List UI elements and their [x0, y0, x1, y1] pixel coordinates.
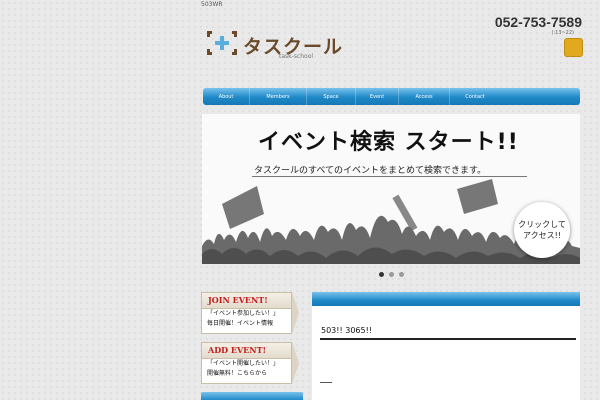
- nav-item-event[interactable]: Event: [356, 88, 399, 105]
- slider-dot-1[interactable]: [379, 272, 384, 277]
- add-event-banner[interactable]: ADD EVENT! 「イベント開催したい！」 開催無料！こちらから: [201, 342, 299, 384]
- side-nav-bar: [201, 392, 303, 400]
- content-small-divider: [320, 382, 332, 383]
- join-event-line2: 毎日開催！イベント情報: [207, 320, 274, 327]
- content-panel: 503!! 3065!!: [312, 306, 580, 400]
- nav-item-members[interactable]: Members: [250, 88, 307, 105]
- join-event-title: JOIN EVENT!: [208, 295, 268, 305]
- site-logo[interactable]: タスクール task-school: [205, 28, 342, 62]
- add-event-line1: 「イベント開催したい！」: [207, 360, 280, 367]
- access-button[interactable]: クリックして アクセス!!: [514, 202, 570, 258]
- arrow-right-icon: [292, 342, 299, 384]
- banner-title: イベント検索 スタート!!: [258, 130, 519, 155]
- access-button-line1: クリックして: [518, 220, 566, 229]
- access-button-line2: アクセス!!: [522, 231, 561, 240]
- arrow-right-icon: [292, 292, 299, 334]
- slider-dot-2[interactable]: [389, 272, 394, 277]
- phone-number: 052-753-7589: [494, 14, 582, 30]
- nav-item-contact[interactable]: Contact: [450, 88, 500, 105]
- business-hours: (:13~22): [551, 30, 575, 36]
- slider-dots: [379, 272, 404, 277]
- nav-item-about[interactable]: About: [203, 88, 250, 105]
- event-search-banner[interactable]: イベント検索 スタート!! タスクールのすべてのイベントをまとめて検索できます。…: [202, 114, 580, 264]
- content-text: 503!! 3065!!: [321, 326, 372, 335]
- content-header-bar: [312, 292, 580, 306]
- join-event-banner[interactable]: JOIN EVENT! 「イベント参加したい！」 毎日開催！イベント情報: [201, 292, 299, 334]
- logo-subtext: task-school: [279, 53, 314, 60]
- main-nav: About Members Space Event Access Contact: [203, 88, 580, 105]
- add-event-title: ADD EVENT!: [208, 345, 267, 355]
- content-divider: [320, 338, 576, 340]
- logo-plus-icon: [207, 31, 237, 55]
- badge-icon[interactable]: [564, 38, 583, 57]
- top-note: 503WR: [201, 1, 223, 8]
- join-event-line1: 「イベント参加したい！」: [207, 310, 280, 317]
- nav-item-access[interactable]: Access: [399, 88, 450, 105]
- nav-item-space[interactable]: Space: [307, 88, 356, 105]
- slider-dot-3[interactable]: [399, 272, 404, 277]
- add-event-line2: 開催無料！こちらから: [207, 370, 268, 377]
